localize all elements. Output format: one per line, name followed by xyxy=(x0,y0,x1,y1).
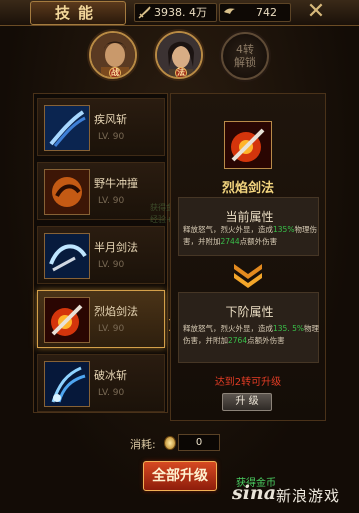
class-badge-warrior: 战 xyxy=(109,67,121,77)
close-button[interactable]: ✕ xyxy=(304,1,328,25)
wing-icon xyxy=(223,6,236,19)
next-attr-desc: 释放怒气，烈火外显，造成135. 5%物理伤害，并附加2764点额外伤害 xyxy=(183,324,319,345)
skill-level: LV. 90 xyxy=(98,260,125,270)
locked-class-slot[interactable]: 4转 解锁 xyxy=(221,32,269,80)
wind-slash-icon xyxy=(44,105,90,151)
current-attr-desc: 释放怒气，烈火外显，造成135%物理伤害，并附加2744点额外伤害 xyxy=(183,225,317,246)
next-level-arrow-icon xyxy=(231,262,265,290)
upgrade-all-button[interactable]: 全部升级 xyxy=(143,461,217,491)
skill-name: 烈焰剑法 xyxy=(94,305,138,318)
warrior-avatar[interactable]: 战 xyxy=(89,31,137,79)
upgrade-requirement: 达到2转可升级 xyxy=(214,377,282,388)
wing-resource: 742 xyxy=(219,3,291,22)
detail-skill-name: 烈焰剑法 xyxy=(221,181,274,196)
class-badge-mage: 法 xyxy=(175,67,187,77)
mage-avatar[interactable]: 法 xyxy=(155,31,203,79)
top-bar: 技能 3938. 4万 742 ✕ xyxy=(0,0,359,26)
skill-level: LV. 90 xyxy=(98,388,125,398)
skill-name: 野牛冲撞 xyxy=(94,177,138,190)
skill-level: LV. 90 xyxy=(98,196,125,206)
current-attr-title: 当前属性 xyxy=(225,210,274,224)
skill-panel: 技能 3938. 4万 742 ✕ 战 法 4转 解锁 疾风斩 LV. 90 野… xyxy=(0,0,359,513)
skill-item-wind-slash[interactable]: 疾风斩 LV. 90 xyxy=(37,98,165,156)
sina-games-watermark: sina 新浪游戏 xyxy=(232,480,357,508)
skill-item-ice-break[interactable]: 破冰斩 LV. 90 xyxy=(37,354,165,412)
skill-item-half-moon[interactable]: 半月剑法 LV. 90 xyxy=(37,226,165,284)
upgrade-button[interactable]: 升 级 xyxy=(222,393,272,411)
cost-label: 消耗: xyxy=(130,438,156,451)
power-value: 3938. 4万 xyxy=(154,6,207,19)
bull-charge-icon xyxy=(44,169,90,215)
panel-title: 技能 xyxy=(30,1,126,25)
skill-name: 疾风斩 xyxy=(94,113,127,126)
next-attributes: 下阶属性 释放怒气，烈火外显，造成135. 5%物理伤害，并附加2764点额外伤… xyxy=(178,292,319,363)
flame-sword-large-icon xyxy=(224,121,272,169)
ice-break-icon xyxy=(44,361,90,407)
skill-item-bull-charge[interactable]: 野牛冲撞 LV. 90 xyxy=(37,162,165,220)
watermark-text: 新浪游戏 xyxy=(276,487,341,505)
sina-logo: sina xyxy=(232,482,277,504)
skill-level: LV. 90 xyxy=(98,132,125,142)
skill-level: LV. 90 xyxy=(98,324,125,334)
unlock-line-1: 4转 xyxy=(236,43,254,56)
half-moon-sword-icon xyxy=(44,233,90,279)
skill-name: 破冰斩 xyxy=(94,369,127,382)
close-icon: ✕ xyxy=(306,0,326,24)
coin-icon xyxy=(164,436,176,450)
unlock-line-2: 解锁 xyxy=(234,56,256,69)
skill-name: 半月剑法 xyxy=(94,241,138,254)
cost-value: 0 xyxy=(178,434,220,451)
flame-sword-icon xyxy=(44,297,90,343)
sword-power-icon xyxy=(138,6,151,19)
next-attr-title: 下阶属性 xyxy=(225,305,274,319)
power-resource: 3938. 4万 xyxy=(134,3,217,22)
skill-item-flame-sword[interactable]: 烈焰剑法 LV. 90 xyxy=(37,290,165,348)
current-attributes: 当前属性 释放怒气，烈火外显，造成135%物理伤害，并附加2744点额外伤害 xyxy=(178,197,319,256)
wing-value: 742 xyxy=(256,6,277,19)
